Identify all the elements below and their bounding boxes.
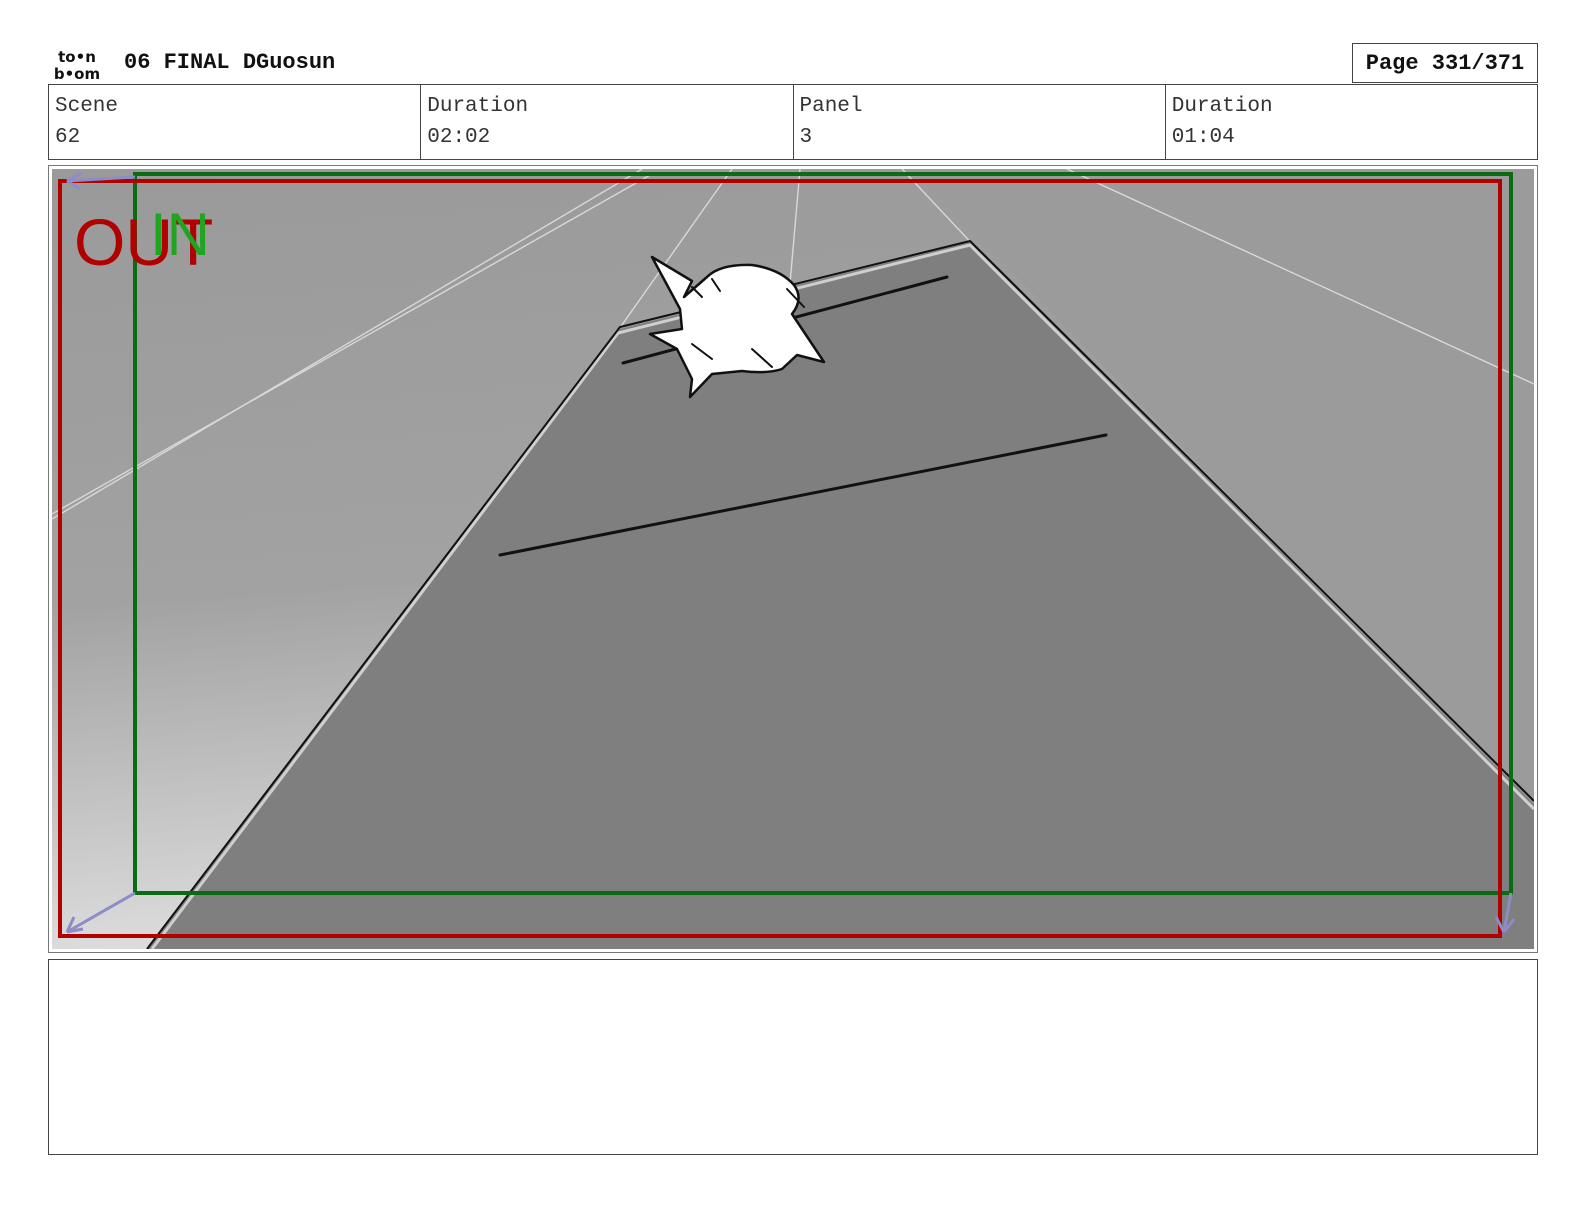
- panel-duration-label: Duration: [1171, 95, 1273, 118]
- logo-bottom-text: b•om: [54, 65, 100, 82]
- panel-drawing: OUT IN: [52, 169, 1534, 949]
- panel-cell: Panel 3: [794, 85, 1166, 159]
- logo-top-text: to•n: [58, 48, 96, 66]
- panel-label: Panel: [799, 95, 863, 118]
- scene-duration-cell: Duration 02:02: [421, 85, 794, 159]
- scene-label: Scene: [55, 95, 119, 118]
- page-indicator: Page 331/371: [1352, 43, 1538, 83]
- in-label: IN: [150, 201, 210, 268]
- panel-notes-box[interactable]: [48, 959, 1538, 1155]
- panel-duration-value: 01:04: [1171, 126, 1235, 149]
- panel-duration-cell: Duration 01:04: [1166, 85, 1537, 159]
- scene-value: 62: [55, 126, 81, 149]
- toonboom-logo: to•n b•om: [54, 48, 100, 82]
- storyboard-panel: OUT IN: [48, 165, 1538, 953]
- document-title: 06 FINAL DGuosun: [124, 50, 336, 75]
- scene-info-row: Scene 62 Duration 02:02 Panel 3 Duration…: [48, 84, 1538, 160]
- panel-value: 3: [799, 126, 813, 149]
- scene-cell: Scene 62: [49, 85, 422, 159]
- scene-duration-value: 02:02: [427, 126, 491, 149]
- scene-duration-label: Duration: [427, 95, 529, 118]
